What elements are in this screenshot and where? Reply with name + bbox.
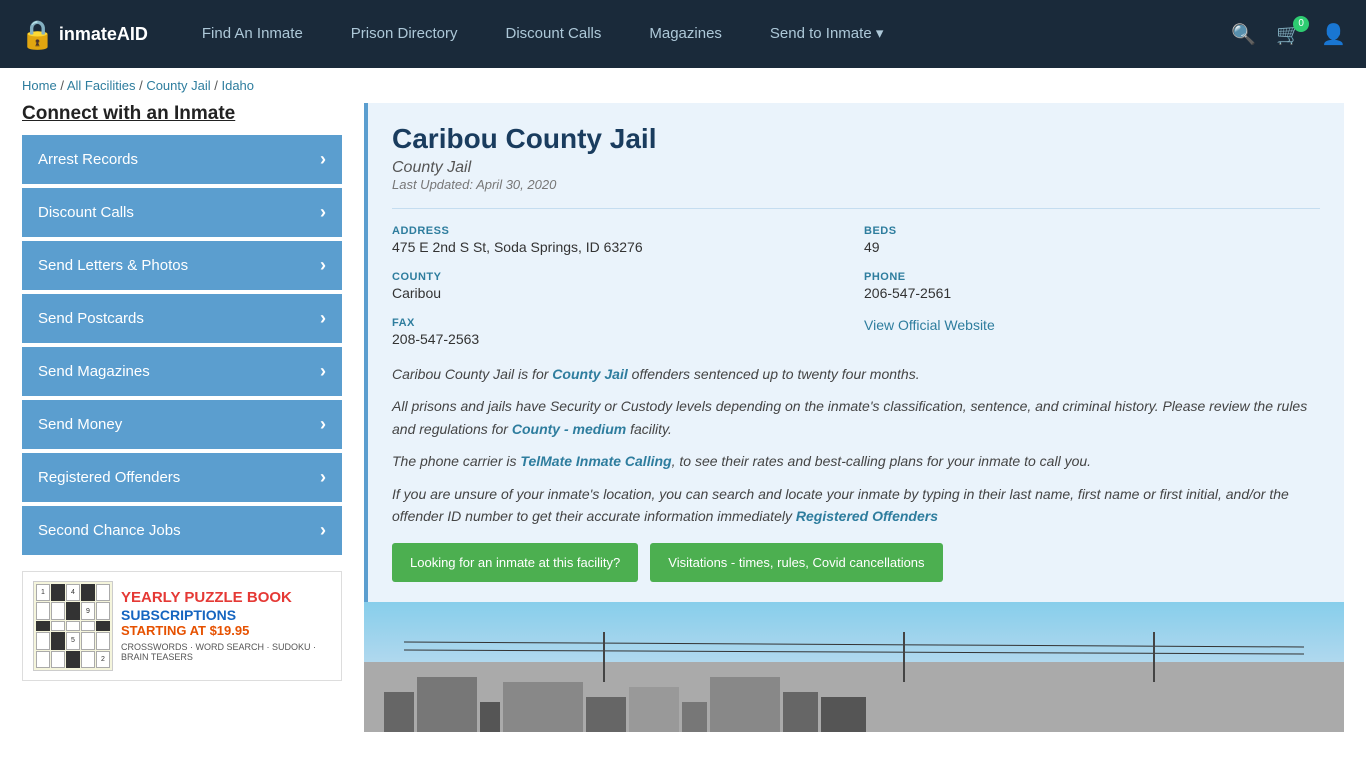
navigation: 🔒 inmateAID Find An Inmate Prison Direct…: [0, 0, 1366, 68]
sidebar-item-label: Registered Offenders: [38, 469, 180, 486]
sidebar-item-label: Arrest Records: [38, 151, 138, 168]
button-row: Looking for an inmate at this facility? …: [392, 543, 1320, 582]
nav-right: 🔍 🛒 0 👤: [1231, 22, 1346, 47]
visitations-btn[interactable]: Visitations - times, rules, Covid cancel…: [650, 543, 942, 582]
logo[interactable]: 🔒 inmateAID: [20, 18, 148, 51]
sidebar-item-send-money[interactable]: Send Money ›: [22, 400, 342, 449]
address-value: 475 E 2nd S St, Soda Springs, ID 63276: [392, 239, 848, 255]
ad-price: STARTING AT $19.95: [121, 623, 331, 638]
nav-prison-directory[interactable]: Prison Directory: [327, 0, 482, 68]
sidebar-item-arrest-records[interactable]: Arrest Records ›: [22, 135, 342, 184]
nav-send-to-inmate[interactable]: Send to Inmate ▾: [746, 0, 907, 68]
search-icon[interactable]: 🔍: [1231, 22, 1256, 47]
breadcrumb: Home / All Facilities / County Jail / Id…: [0, 68, 1366, 103]
ad-text: YEARLY PUZZLE BOOK SUBSCRIPTIONS STARTIN…: [121, 590, 331, 662]
logo-text: inmateAID: [59, 24, 148, 45]
desc4: If you are unsure of your inmate's locat…: [392, 483, 1320, 528]
logo-icon: 🔒: [20, 18, 55, 51]
breadcrumb-idaho[interactable]: Idaho: [221, 78, 254, 93]
breadcrumb-home[interactable]: Home: [22, 78, 57, 93]
telmate-link[interactable]: TelMate Inmate Calling: [520, 453, 671, 469]
info-fax: FAX 208-547-2563: [392, 317, 848, 347]
sidebar-item-label: Send Magazines: [38, 363, 150, 380]
user-icon[interactable]: 👤: [1321, 22, 1346, 47]
info-website: View Official Website: [864, 317, 1320, 347]
website-link[interactable]: View Official Website: [864, 317, 995, 333]
sidebar-item-label: Send Postcards: [38, 310, 144, 327]
nav-magazines[interactable]: Magazines: [625, 0, 746, 68]
fax-value: 208-547-2563: [392, 331, 848, 347]
ad-puzzle-graphic: 1 4 9 5: [33, 581, 113, 671]
sidebar-item-send-magazines[interactable]: Send Magazines ›: [22, 347, 342, 396]
sidebar: Connect with an Inmate Arrest Records › …: [22, 103, 342, 681]
ad-subtitle: SUBSCRIPTIONS: [121, 607, 331, 623]
desc3: The phone carrier is TelMate Inmate Call…: [392, 450, 1320, 472]
info-county: COUNTY Caribou: [392, 271, 848, 301]
county-medium-link[interactable]: County - medium: [512, 421, 626, 437]
facility-name: Caribou County Jail: [392, 123, 1320, 155]
info-grid: ADDRESS 475 E 2nd S St, Soda Springs, ID…: [392, 208, 1320, 347]
beds-value: 49: [864, 239, 1320, 255]
nav-find-inmate[interactable]: Find An Inmate: [178, 0, 327, 68]
nav-links: Find An Inmate Prison Directory Discount…: [178, 0, 1231, 68]
find-inmate-btn[interactable]: Looking for an inmate at this facility?: [392, 543, 638, 582]
cart-icon[interactable]: 🛒 0: [1276, 22, 1301, 47]
content: Caribou County Jail County Jail Last Upd…: [364, 103, 1344, 732]
registered-offenders-link[interactable]: Registered Offenders: [796, 508, 938, 524]
main-layout: Connect with an Inmate Arrest Records › …: [0, 103, 1366, 732]
arrow-icon: ›: [320, 149, 326, 170]
beds-label: BEDS: [864, 225, 1320, 237]
ad-title: YEARLY PUZZLE BOOK: [121, 590, 331, 607]
arrow-icon: ›: [320, 255, 326, 276]
county-value: Caribou: [392, 285, 848, 301]
arrow-icon: ›: [320, 414, 326, 435]
address-label: ADDRESS: [392, 225, 848, 237]
county-jail-link[interactable]: County Jail: [552, 366, 627, 382]
facility-descriptions: Caribou County Jail is for County Jail o…: [392, 363, 1320, 527]
sidebar-item-label: Discount Calls: [38, 204, 134, 221]
sidebar-item-discount-calls[interactable]: Discount Calls ›: [22, 188, 342, 237]
breadcrumb-all-facilities[interactable]: All Facilities: [67, 78, 136, 93]
county-label: COUNTY: [392, 271, 848, 283]
desc1: Caribou County Jail is for County Jail o…: [392, 363, 1320, 385]
info-address: ADDRESS 475 E 2nd S St, Soda Springs, ID…: [392, 225, 848, 255]
breadcrumb-county-jail[interactable]: County Jail: [146, 78, 210, 93]
info-beds: BEDS 49: [864, 225, 1320, 255]
sidebar-item-second-chance-jobs[interactable]: Second Chance Jobs ›: [22, 506, 342, 555]
arrow-icon: ›: [320, 308, 326, 329]
sidebar-ad[interactable]: 1 4 9 5: [22, 571, 342, 681]
info-phone: PHONE 206-547-2561: [864, 271, 1320, 301]
sidebar-item-send-postcards[interactable]: Send Postcards ›: [22, 294, 342, 343]
cart-badge: 0: [1293, 16, 1309, 32]
arrow-icon: ›: [320, 520, 326, 541]
sidebar-menu: Arrest Records › Discount Calls › Send L…: [22, 135, 342, 555]
desc2: All prisons and jails have Security or C…: [392, 395, 1320, 440]
sidebar-item-label: Send Money: [38, 416, 122, 433]
arrow-icon: ›: [320, 361, 326, 382]
nav-discount-calls[interactable]: Discount Calls: [482, 0, 626, 68]
ad-types: CROSSWORDS · WORD SEARCH · SUDOKU · BRAI…: [121, 642, 331, 662]
phone-label: PHONE: [864, 271, 1320, 283]
arrow-icon: ›: [320, 467, 326, 488]
arrow-icon: ›: [320, 202, 326, 223]
facility-updated: Last Updated: April 30, 2020: [392, 177, 1320, 192]
sidebar-item-send-letters[interactable]: Send Letters & Photos ›: [22, 241, 342, 290]
fax-label: FAX: [392, 317, 848, 329]
sidebar-item-registered-offenders[interactable]: Registered Offenders ›: [22, 453, 342, 502]
sidebar-item-label: Send Letters & Photos: [38, 257, 188, 274]
power-lines: [364, 632, 1344, 682]
sidebar-title: Connect with an Inmate: [22, 103, 342, 125]
facility-card: Caribou County Jail County Jail Last Upd…: [364, 103, 1344, 602]
facility-image: [364, 602, 1344, 732]
sidebar-item-label: Second Chance Jobs: [38, 522, 181, 539]
facility-type: County Jail: [392, 159, 1320, 177]
phone-value: 206-547-2561: [864, 285, 1320, 301]
